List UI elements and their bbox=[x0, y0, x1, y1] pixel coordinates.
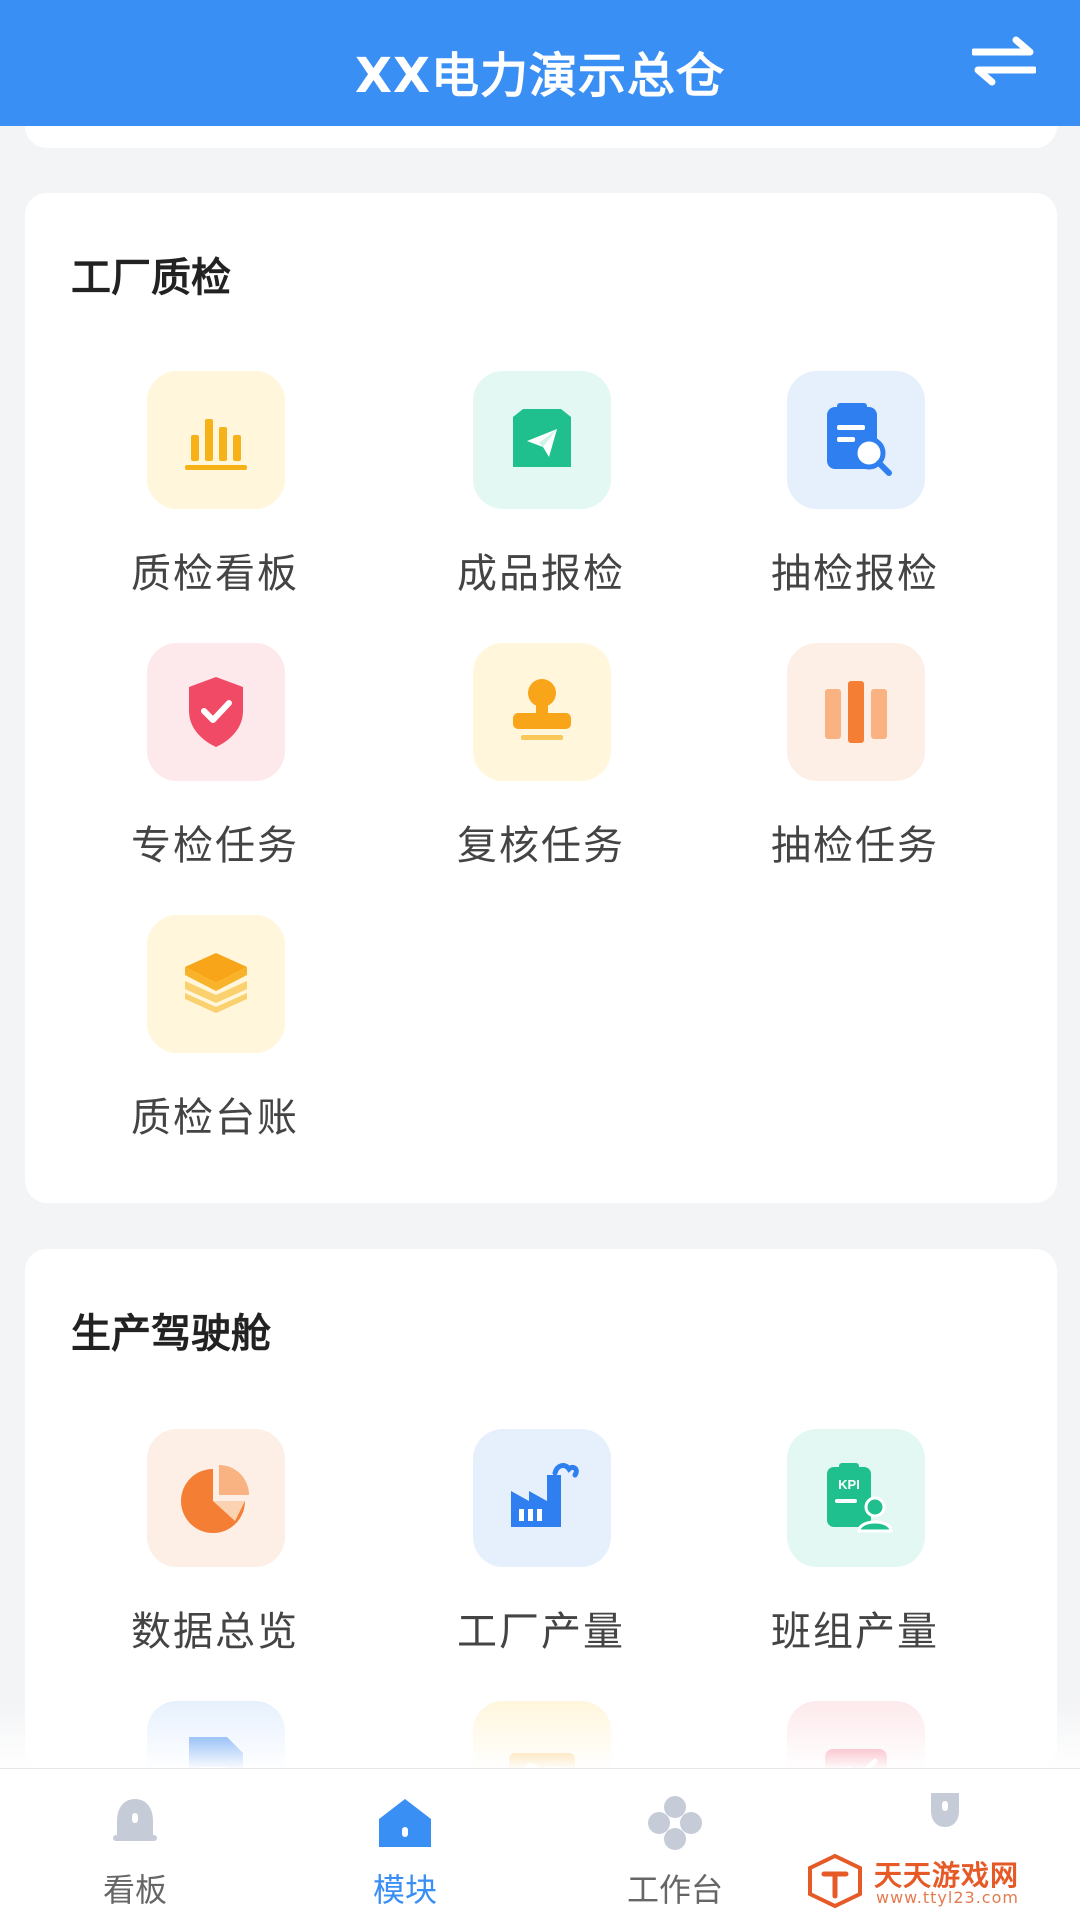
module-label: 成品报检 bbox=[457, 551, 625, 597]
home-icon bbox=[375, 1793, 435, 1853]
watermark: 天天游戏网 www.ttyl23.com bbox=[806, 1852, 1064, 1910]
module-qc-ledger[interactable]: 质检台账 bbox=[85, 915, 345, 1165]
module-data-overview[interactable]: 数据总览 bbox=[85, 1429, 345, 1679]
svg-text:KPI: KPI bbox=[838, 1477, 860, 1492]
layers-icon bbox=[147, 915, 285, 1053]
kpi-clipboard-icon: KPI bbox=[787, 1429, 925, 1567]
section-factory-qc: 工厂质检 质检看板 成品报检 抽检报检 专检任务 复核任务 抽检任务 质检台账 bbox=[25, 193, 1057, 1203]
top-bar: XX电力演示总仓 bbox=[0, 0, 1080, 126]
section-production-cockpit: 生产驾驶舱 数据总览 工厂产量 KPI 班组产量 bbox=[25, 1249, 1057, 1769]
section-title: 工厂质检 bbox=[71, 255, 231, 301]
module-label: 质检看板 bbox=[131, 551, 299, 597]
shield-check-icon bbox=[147, 643, 285, 781]
section-title: 生产驾驶舱 bbox=[71, 1311, 271, 1357]
tab-board[interactable]: 看板 bbox=[0, 1769, 270, 1920]
page-title: XX电力演示总仓 bbox=[354, 48, 726, 104]
tab-label: 工作台 bbox=[626, 1871, 723, 1909]
module-label: 抽检报检 bbox=[771, 551, 939, 597]
module-label: 复核任务 bbox=[457, 823, 625, 869]
switch-arrows-icon[interactable] bbox=[970, 36, 1038, 86]
factory-icon bbox=[473, 1429, 611, 1567]
stamp-icon bbox=[473, 643, 611, 781]
module-review-task[interactable]: 复核任务 bbox=[411, 643, 671, 893]
watermark-url: www.ttyl23.com bbox=[876, 1888, 1019, 1907]
paper-plane-icon bbox=[473, 371, 611, 509]
search-document-icon bbox=[787, 371, 925, 509]
module-label: 数据总览 bbox=[131, 1609, 299, 1655]
columns-icon bbox=[787, 643, 925, 781]
module-qc-board[interactable]: 质检看板 bbox=[85, 371, 345, 621]
tab-label: 看板 bbox=[102, 1871, 167, 1909]
module-sampling-task[interactable]: 抽检任务 bbox=[725, 643, 985, 893]
tab-label: 模块 bbox=[372, 1871, 437, 1909]
module-special-inspection-task[interactable]: 专检任务 bbox=[85, 643, 345, 893]
tab-workbench[interactable]: 工作台 bbox=[540, 1769, 810, 1920]
watermark-logo-icon bbox=[806, 1852, 864, 1910]
module-label: 工厂产量 bbox=[457, 1609, 625, 1655]
module-product-inspection[interactable]: 成品报检 bbox=[411, 371, 671, 621]
bar-chart-icon bbox=[147, 371, 285, 509]
module-label: 班组产量 bbox=[771, 1609, 939, 1655]
tab-modules[interactable]: 模块 bbox=[270, 1769, 540, 1920]
profile-icon bbox=[915, 1783, 975, 1843]
module-team-output[interactable]: KPI 班组产量 bbox=[725, 1429, 985, 1679]
module-label: 质检台账 bbox=[131, 1095, 299, 1141]
module-factory-output[interactable]: 工厂产量 bbox=[411, 1429, 671, 1679]
module-sampling-inspection[interactable]: 抽检报检 bbox=[725, 371, 985, 621]
bell-icon bbox=[105, 1793, 165, 1853]
pie-chart-icon bbox=[147, 1429, 285, 1567]
clover-icon bbox=[645, 1793, 705, 1853]
module-label: 抽检任务 bbox=[771, 823, 939, 869]
module-label: 专检任务 bbox=[131, 823, 299, 869]
scroll-fade bbox=[0, 1700, 1080, 1770]
